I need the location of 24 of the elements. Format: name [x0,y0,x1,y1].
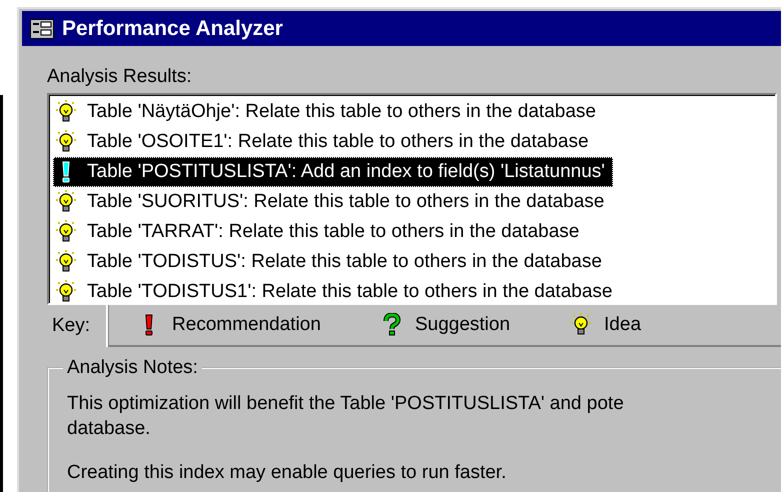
light-bulb-icon [55,130,77,154]
result-item[interactable]: Table 'SUORITUS': Relate this table to others in the database [53,187,612,217]
key-label: Key: [47,305,108,347]
light-bulb-icon [55,100,77,124]
result-item[interactable]: Table 'TODISTUS1': Relate this table to others in the database [53,277,620,303]
question-mark-icon [380,313,403,337]
light-bulb-icon [55,250,77,274]
key-text: Idea [604,314,642,336]
key-text: Suggestion [414,314,510,336]
note-text: Creating this index may enable queries to run faster. [67,461,508,485]
window-title: Performance Analyzer [62,16,283,40]
results-label: Analysis Results: [47,66,193,89]
result-item[interactable]: Table 'TARRAT': Relate this table to others in the database [53,217,588,247]
result-item[interactable]: Table 'TODISTUS': Relate this table to others in the database [53,247,610,277]
light-bulb-icon [55,190,77,214]
light-bulb-icon [570,313,592,337]
result-item[interactable]: Table 'POSTITUSLISTA': Add an index to field(s) 'Listatunnus' [53,157,613,187]
note-text: This optimization will benefit the Table 'POSTITUSLISTA' and pote database. [67,392,625,441]
result-item[interactable]: Table 'NäytäOhje': Relate this table to others in the database [53,97,604,127]
light-bulb-icon [55,220,77,244]
result-item[interactable]: Table 'OSOITE1': Relate this table to others in the database [53,127,597,157]
form-icon [30,18,54,38]
notes-title: Analysis Notes: [63,357,202,379]
key-text: Recommendation [172,314,321,336]
